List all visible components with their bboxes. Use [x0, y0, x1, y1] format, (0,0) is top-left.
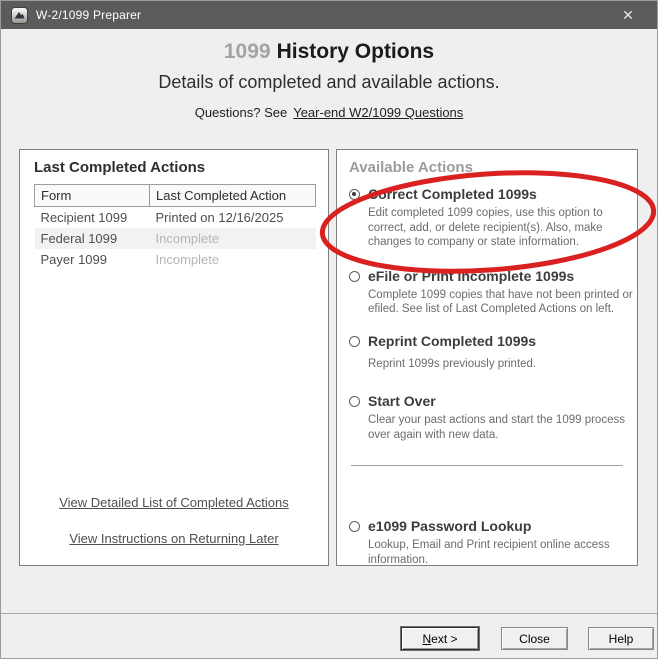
table-header-row: Form Last Completed Action — [35, 185, 316, 207]
help-button-label: Help — [589, 629, 653, 649]
action-cell: Incomplete — [150, 228, 316, 249]
completed-actions-table: Form Last Completed Action Recipient 109… — [34, 184, 316, 270]
column-header-form: Form — [35, 185, 150, 207]
form-cell: Recipient 1099 — [35, 207, 150, 228]
app-icon — [11, 7, 28, 24]
option-label: Correct Completed 1099s — [368, 185, 636, 203]
page-subtitle: Details of completed and available actio… — [1, 72, 657, 93]
option-reprint-completed-1099s[interactable]: Reprint Completed 1099s Reprint 1099s pr… — [349, 332, 633, 372]
button-bar-separator — [1, 613, 658, 614]
available-actions-panel: Available Actions Correct Completed 1099… — [336, 149, 638, 566]
table-row: Recipient 1099 Printed on 12/16/2025 — [35, 207, 316, 228]
option-e1099-password-lookup[interactable]: e1099 Password Lookup Lookup, Email and … — [349, 517, 633, 567]
radio-icon[interactable] — [349, 336, 360, 347]
dialog-window: W-2/1099 Preparer ✕ 1099 History Options … — [0, 0, 658, 659]
left-panel-heading: Last Completed Actions — [34, 159, 328, 176]
column-header-action: Last Completed Action — [150, 185, 316, 207]
view-detailed-list-link[interactable]: View Detailed List of Completed Actions — [20, 495, 328, 510]
page-title-prefix: 1099 — [224, 40, 271, 63]
action-cell: Printed on 12/16/2025 — [150, 207, 316, 228]
options-list: Correct Completed 1099s Edit completed 1… — [349, 185, 633, 567]
right-panel-heading: Available Actions — [349, 159, 637, 176]
page-title-main: History Options — [277, 40, 435, 63]
close-icon[interactable]: ✕ — [613, 1, 643, 29]
option-label: Reprint Completed 1099s — [368, 332, 636, 350]
questions-line: Questions? See Year-end W2/1099 Questions — [1, 105, 657, 120]
table-row: Payer 1099 Incomplete — [35, 249, 316, 270]
page-title: 1099 History Options — [1, 40, 657, 64]
radio-icon[interactable] — [349, 271, 360, 282]
option-correct-completed-1099s[interactable]: Correct Completed 1099s Edit completed 1… — [349, 185, 633, 250]
options-divider — [351, 465, 623, 466]
window-title: W-2/1099 Preparer — [36, 8, 141, 22]
close-button-label: Close — [502, 629, 567, 649]
questions-prefix: Questions? See — [195, 105, 288, 120]
option-label: Start Over — [368, 392, 636, 410]
radio-icon[interactable] — [349, 521, 360, 532]
radio-icon[interactable] — [349, 189, 360, 200]
option-description: Reprint 1099s previously printed. — [368, 357, 636, 372]
option-description: Edit completed 1099 copies, use this opt… — [368, 206, 636, 250]
help-button[interactable]: Help — [588, 627, 654, 650]
table-row: Federal 1099 Incomplete — [35, 228, 316, 249]
option-label: e1099 Password Lookup — [368, 517, 636, 535]
next-button[interactable]: Next > — [401, 627, 479, 650]
view-instructions-link[interactable]: View Instructions on Returning Later — [20, 531, 328, 546]
dialog-header: 1099 History Options Details of completed… — [1, 29, 657, 120]
action-cell: Incomplete — [150, 249, 316, 270]
radio-icon[interactable] — [349, 396, 360, 407]
option-description: Complete 1099 copies that have not been … — [368, 288, 636, 317]
questions-link[interactable]: Year-end W2/1099 Questions — [293, 105, 463, 120]
option-description: Clear your past actions and start the 10… — [368, 413, 636, 442]
title-bar: W-2/1099 Preparer ✕ — [1, 1, 657, 29]
option-start-over[interactable]: Start Over Clear your past actions and s… — [349, 392, 633, 442]
option-description: Lookup, Email and Print recipient online… — [368, 538, 636, 567]
next-button-label: Next > — [402, 629, 478, 649]
option-efile-or-print-incomplete-1099s[interactable]: eFile or Print Incomplete 1099s Complete… — [349, 267, 633, 317]
option-label: eFile or Print Incomplete 1099s — [368, 267, 636, 285]
close-button[interactable]: Close — [501, 627, 568, 650]
last-completed-actions-panel: Last Completed Actions Form Last Complet… — [19, 149, 329, 566]
form-cell: Federal 1099 — [35, 228, 150, 249]
form-cell: Payer 1099 — [35, 249, 150, 270]
